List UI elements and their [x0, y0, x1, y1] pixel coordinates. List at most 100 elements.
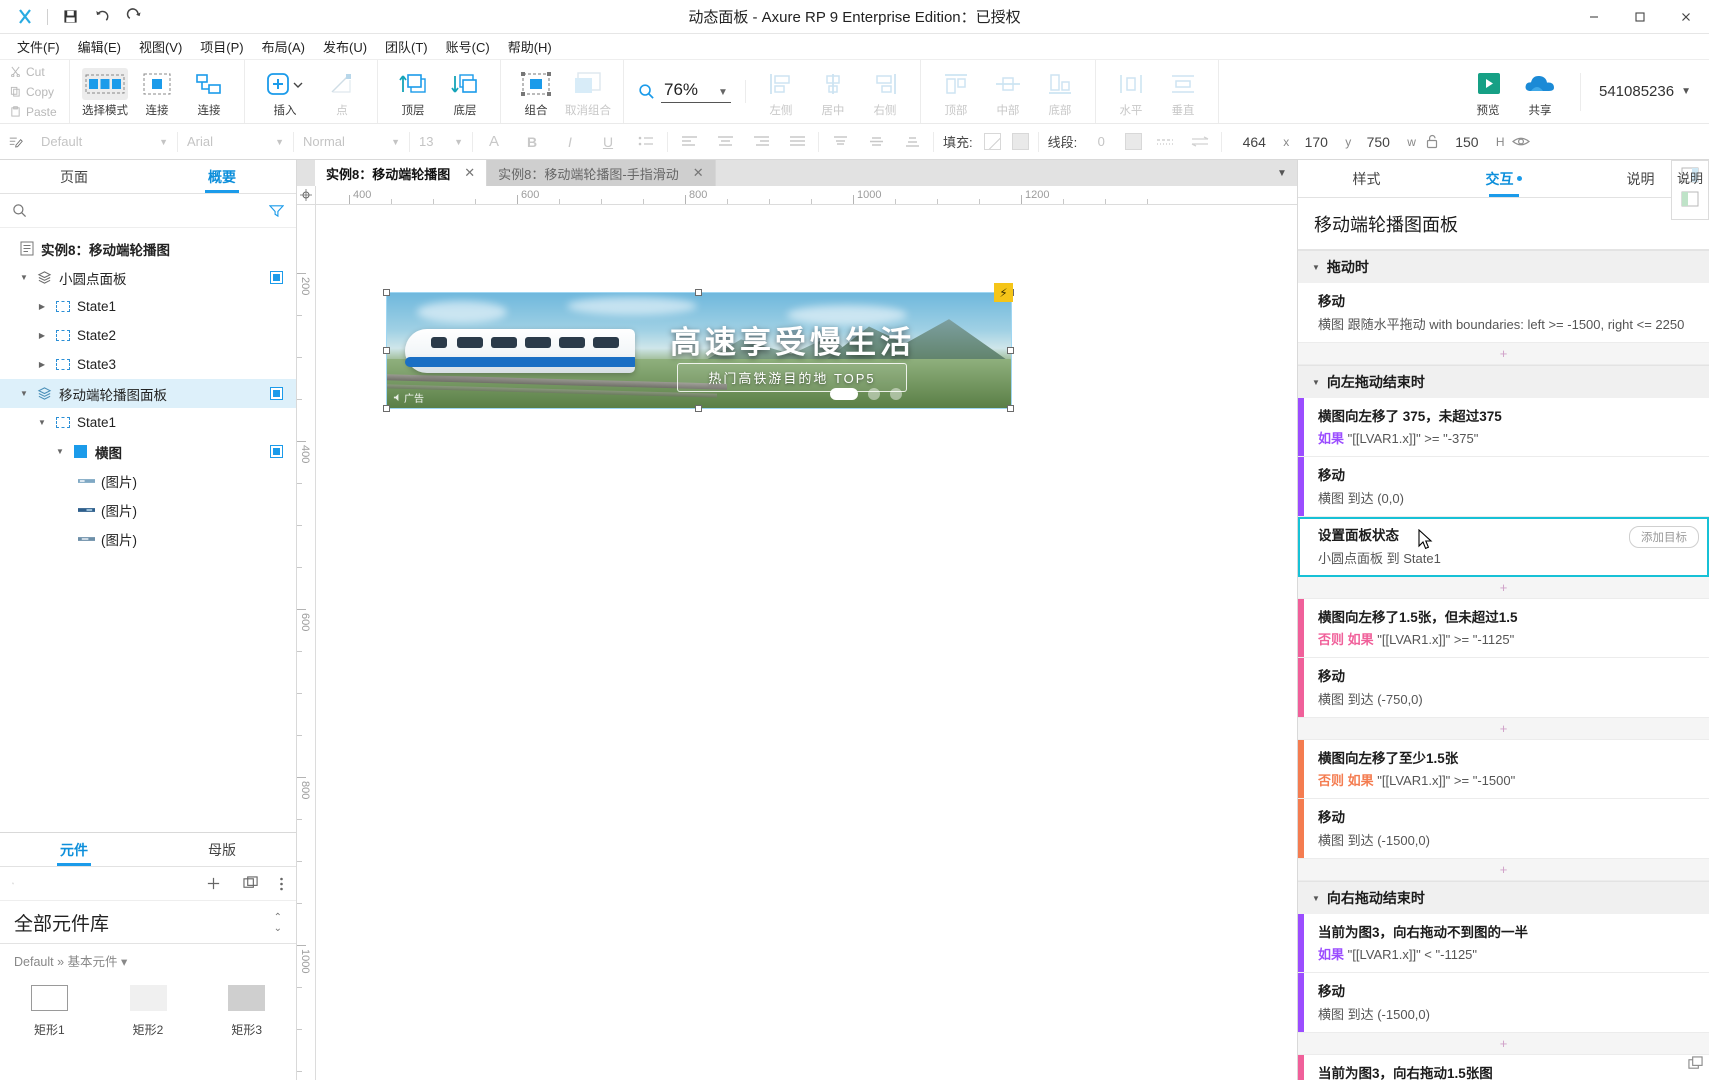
tree-arrow-icon[interactable]: ▶ [36, 331, 48, 340]
align-bottom-button[interactable]: 底部 [1034, 60, 1086, 123]
filter-icon[interactable] [269, 204, 284, 218]
bring-front-button[interactable]: 顶层 [387, 60, 439, 123]
send-back-button[interactable]: 底层 [439, 60, 491, 123]
carousel-dot-2[interactable] [868, 388, 880, 400]
h-value[interactable]: 150 [1444, 134, 1490, 150]
resize-handle-n[interactable] [695, 289, 702, 296]
library-breadcrumb[interactable]: Default » 基本元件 ▾ [0, 944, 296, 979]
distribute-v-button[interactable]: 垂直 [1157, 60, 1209, 123]
tab-widgets[interactable]: 元件 [0, 833, 148, 866]
undo-icon[interactable] [87, 4, 117, 30]
panel-state-badge[interactable] [270, 271, 283, 284]
tree-row-image-3[interactable]: (图片) [0, 524, 296, 553]
font-size-select[interactable]: 13 ▼ [410, 124, 472, 160]
distribute-h-button[interactable]: 水平 [1105, 60, 1157, 123]
tree-row-state2[interactable]: ▶ State2 [0, 321, 296, 350]
menu-team[interactable]: 团队(T) [376, 34, 437, 59]
bold-icon[interactable]: B [520, 134, 544, 150]
align-middle-button[interactable]: 中部 [982, 60, 1034, 123]
valign-middle-icon[interactable] [864, 135, 888, 148]
add-library-icon[interactable] [206, 876, 221, 891]
tab-outline[interactable]: 概要 [148, 160, 296, 193]
valign-bottom-icon[interactable] [900, 135, 924, 148]
font-color-icon[interactable]: A [482, 133, 506, 150]
line-width-value[interactable]: 0 [1088, 134, 1114, 149]
redo-icon[interactable] [119, 4, 149, 30]
menu-file[interactable]: 文件(F) [8, 34, 69, 59]
save-icon[interactable] [55, 4, 85, 30]
paste-button[interactable]: Paste [10, 102, 69, 121]
visibility-eye-icon[interactable] [1509, 135, 1533, 148]
copy-button[interactable]: Copy [10, 82, 69, 101]
resize-handle-se[interactable] [1007, 405, 1014, 412]
tree-row-image-1[interactable]: (图片) [0, 466, 296, 495]
interaction-action-selected[interactable]: 设置面板状态 小圆点面板 到 State1 添加目标 [1298, 517, 1709, 577]
maximize-button[interactable] [1617, 0, 1663, 34]
carousel-dot-1[interactable] [830, 388, 858, 400]
ungroup-button[interactable]: 取消组合 [562, 60, 614, 123]
align-left-button[interactable]: 左侧 [755, 60, 807, 123]
zoom-value-box[interactable]: 76% ▼ [661, 80, 731, 103]
lock-aspect-icon[interactable] [1420, 134, 1444, 149]
interactions-list[interactable]: ▼ 拖动时 移动 横图 跟随水平拖动 with boundaries: left… [1298, 250, 1709, 1080]
w-value[interactable]: 750 [1355, 134, 1401, 150]
group-badge[interactable] [270, 445, 283, 458]
resize-handle-nw[interactable] [383, 289, 390, 296]
insert-button[interactable]: 插入 [254, 60, 316, 123]
tab-notes-partial[interactable]: 说明 [1677, 168, 1703, 187]
carousel-dot-3[interactable] [890, 388, 902, 400]
align-text-justify-icon[interactable] [785, 135, 809, 148]
tree-arrow-icon[interactable]: ▼ [18, 389, 30, 398]
menu-view[interactable]: 视图(V) [130, 34, 191, 59]
select-mode-button[interactable]: 选择模式 [79, 60, 131, 123]
arrow-style-icon[interactable] [1188, 136, 1212, 147]
widget-rect1[interactable]: 矩形1 [0, 985, 99, 1038]
tree-arrow-icon[interactable]: ▼ [54, 447, 66, 456]
canvas-tabs-overflow-icon[interactable]: ▼ [1267, 160, 1297, 186]
point-button[interactable]: 点 [316, 60, 368, 123]
add-action-row[interactable]: + [1298, 577, 1709, 599]
connect-mode-button[interactable]: 连接 [131, 60, 183, 123]
align-right-button[interactable]: 右侧 [859, 60, 911, 123]
tree-arrow-icon[interactable]: ▼ [36, 418, 48, 427]
style-select[interactable]: Default ▼ [32, 124, 177, 160]
tree-arrow-icon[interactable]: ▶ [36, 302, 48, 311]
interaction-action[interactable]: 移动 横图 到达 (-750,0) [1298, 658, 1709, 718]
cut-button[interactable]: Cut [10, 62, 69, 81]
resize-handle-s[interactable] [695, 405, 702, 412]
line-style-icon[interactable] [1153, 137, 1177, 146]
add-action-row[interactable]: + [1298, 859, 1709, 881]
panel-resize-icon[interactable] [1688, 1056, 1703, 1074]
group-button[interactable]: 组合 [510, 60, 562, 123]
font-family-select[interactable]: Arial ▼ [178, 124, 293, 160]
interaction-lightning-icon[interactable]: ⚡ [994, 283, 1013, 302]
interaction-case[interactable]: 移动 横图 跟随水平拖动 with boundaries: left >= -1… [1298, 283, 1709, 343]
font-weight-select[interactable]: Normal ▼ [294, 124, 409, 160]
align-top-button[interactable]: 顶部 [930, 60, 982, 123]
interaction-action[interactable]: 移动 横图 到达 (-1500,0) [1298, 799, 1709, 859]
tree-row-state1b[interactable]: ▼ State1 [0, 408, 296, 437]
add-action-row[interactable]: + [1298, 718, 1709, 740]
menu-account[interactable]: 账号(C) [437, 34, 499, 59]
x-value[interactable]: 464 [1231, 134, 1277, 150]
preview-button[interactable]: 预览 [1462, 60, 1514, 123]
interaction-action[interactable]: 移动 横图 到达 (0,0) [1298, 457, 1709, 517]
widget-rect3[interactable]: 矩形3 [197, 985, 296, 1038]
tab-style[interactable]: 样式 [1298, 160, 1435, 197]
y-value[interactable]: 170 [1293, 134, 1339, 150]
menu-edit[interactable]: 编辑(E) [69, 34, 130, 59]
tree-row-state1a[interactable]: ▶ State1 [0, 292, 296, 321]
design-stage[interactable]: 高速享受慢生活 热门高铁游目的地 TOP5 广告 ⚡ [316, 205, 1297, 1080]
align-text-center-icon[interactable] [713, 135, 737, 148]
event-header-drag-end-left[interactable]: ▼ 向左拖动结束时 [1298, 365, 1709, 398]
style-paint-icon[interactable] [0, 124, 32, 160]
outline-search-input[interactable] [35, 203, 261, 218]
banner-image[interactable]: 高速享受慢生活 热门高铁游目的地 TOP5 广告 [387, 293, 1011, 408]
ruler-origin-icon[interactable] [297, 186, 316, 204]
menu-project[interactable]: 项目(P) [191, 34, 252, 59]
interaction-action[interactable]: 移动 横图 到达 (-1500,0) [1298, 973, 1709, 1033]
tree-arrow-icon[interactable]: ▶ [36, 360, 48, 369]
panel-state-badge[interactable] [270, 387, 283, 400]
add-action-row[interactable]: + [1298, 343, 1709, 365]
menu-help[interactable]: 帮助(H) [499, 34, 561, 59]
